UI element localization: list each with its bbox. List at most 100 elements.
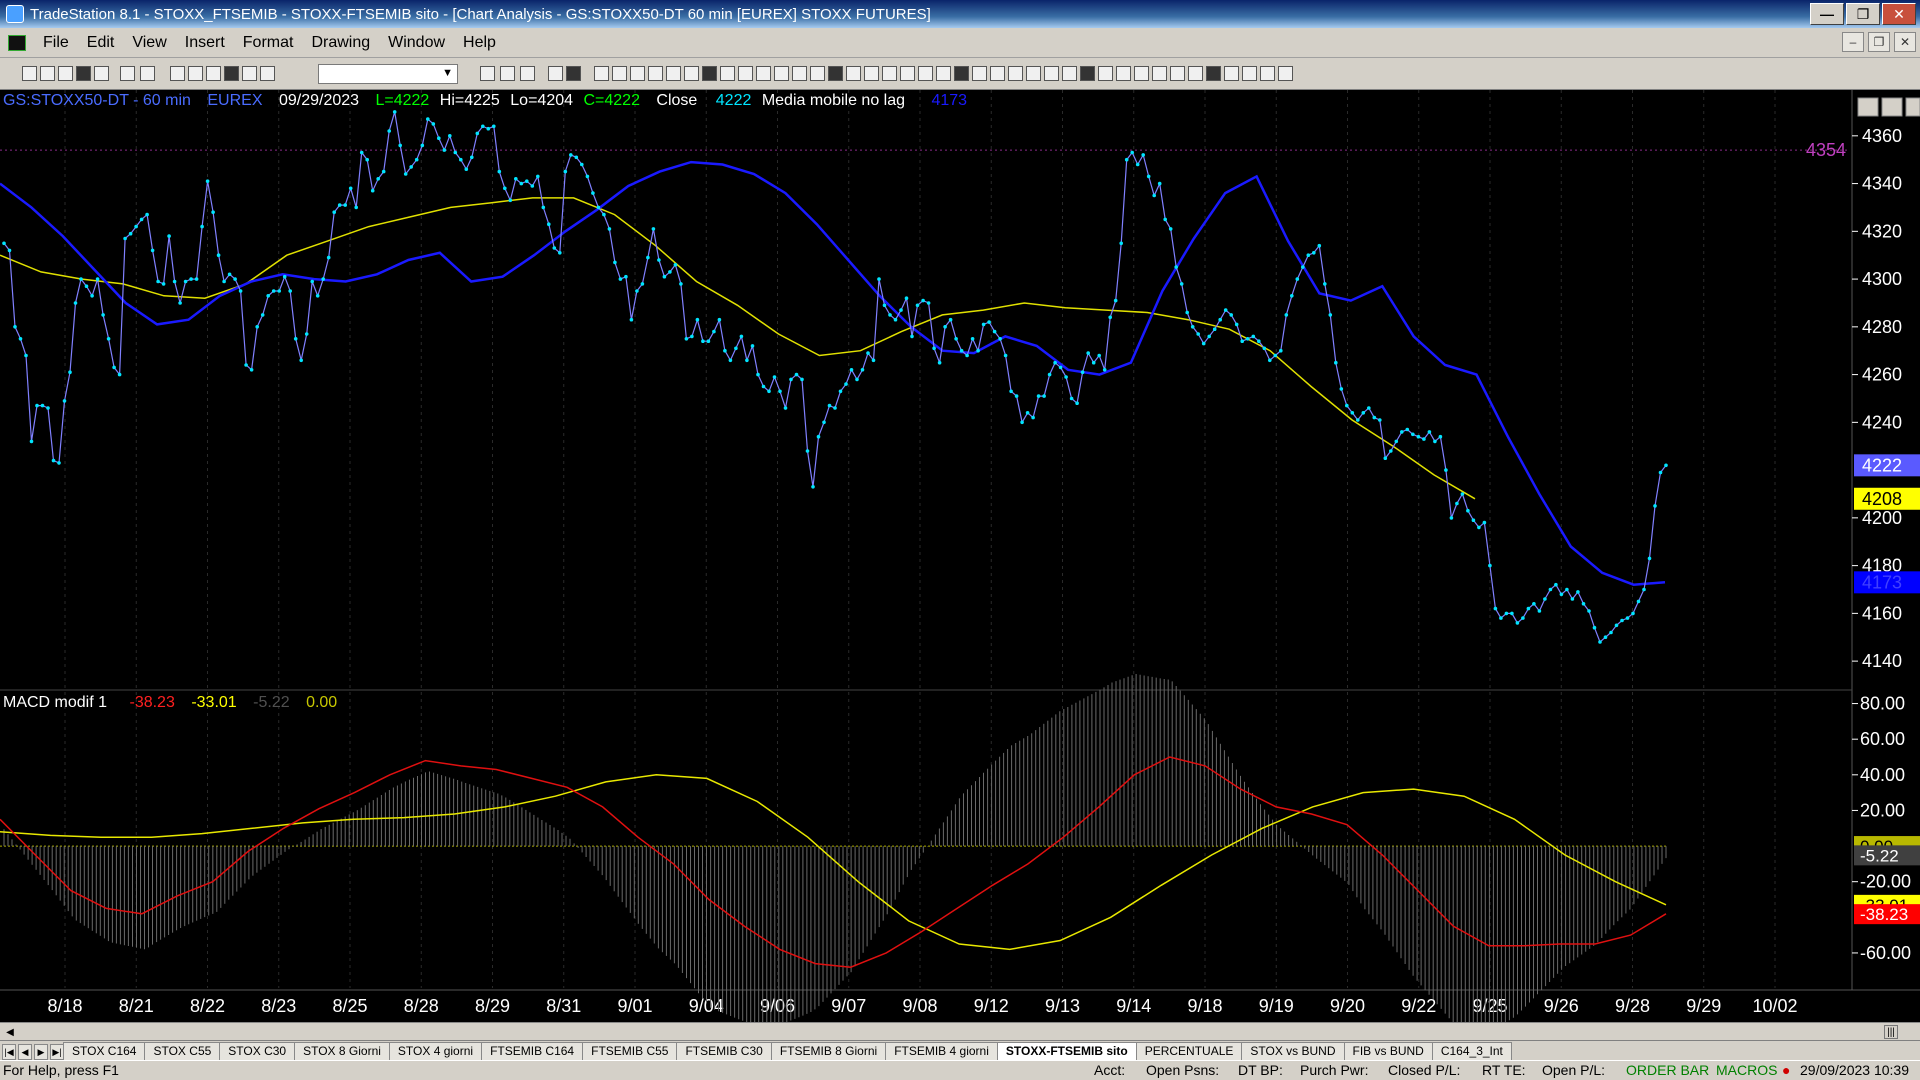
chart-doc-icon[interactable] — [8, 34, 26, 51]
toolbar-tool-icon[interactable] — [1206, 66, 1221, 81]
toolbar-tool-icon[interactable] — [1278, 66, 1293, 81]
toolbar-tool-icon[interactable] — [846, 66, 861, 81]
toolbar-tool-icon[interactable] — [954, 66, 969, 81]
toolbar-tool-icon[interactable] — [1152, 66, 1167, 81]
toolbar-tool-icon[interactable] — [22, 66, 37, 81]
mdi-minimize-button[interactable]: – — [1842, 32, 1864, 52]
toolbar-tool-icon[interactable] — [882, 66, 897, 81]
toolbar-tool-icon[interactable] — [990, 66, 1005, 81]
workspace-tab[interactable]: FTSEMIB 8 Giorni — [770, 1042, 887, 1060]
tab-first-icon[interactable]: |◀ — [2, 1044, 16, 1060]
workspace-tab[interactable]: FTSEMIB 4 giorni — [885, 1042, 998, 1060]
toolbar-tool-icon[interactable] — [1134, 66, 1149, 81]
toolbar-tool-icon[interactable] — [94, 66, 109, 81]
maximize-button[interactable]: ❐ — [1846, 3, 1880, 25]
toolbar-tool-icon[interactable] — [792, 66, 807, 81]
toolbar-tool-icon[interactable] — [810, 66, 825, 81]
toolbar-tool-icon[interactable] — [1260, 66, 1275, 81]
toolbar-tool-icon[interactable] — [900, 66, 915, 81]
workspace-tab[interactable]: STOX vs BUND — [1241, 1042, 1345, 1060]
toolbar-tool-icon[interactable] — [1224, 66, 1239, 81]
toolbar-tool-icon[interactable] — [648, 66, 663, 81]
toolbar-tool-icon[interactable] — [864, 66, 879, 81]
toolbar-tool-icon[interactable] — [224, 66, 239, 81]
chart-analysis-window[interactable]: 8/18 8/21 8/22 8/23 8/25 8/28 8/29 8/31 9/01 9/04… — [0, 90, 1920, 1022]
workspace-tab[interactable]: FTSEMIB C55 — [582, 1042, 678, 1060]
toolbar-tool-icon[interactable] — [1098, 66, 1113, 81]
workspace-tab[interactable]: FIB vs BUND — [1343, 1042, 1433, 1060]
menu-help[interactable]: Help — [454, 34, 505, 52]
toolbar-tool-icon[interactable] — [260, 66, 275, 81]
workspace-tab[interactable]: STOX 8 Giorni — [294, 1042, 390, 1060]
workspace-tab[interactable]: PERCENTUALE — [1135, 1042, 1243, 1060]
menu-edit[interactable]: Edit — [78, 34, 124, 52]
toolbar-tool-icon[interactable] — [1116, 66, 1131, 81]
toolbar-tool-icon[interactable] — [936, 66, 951, 81]
toolbar-tool-icon[interactable] — [548, 66, 563, 81]
menu-window[interactable]: Window — [379, 34, 454, 52]
toolbar-tool-icon[interactable] — [630, 66, 645, 81]
workspace-tab[interactable]: STOX C30 — [219, 1042, 296, 1060]
workspace-tab[interactable]: STOX C164 — [63, 1042, 146, 1060]
toolbar-tool-icon[interactable] — [828, 66, 843, 81]
toolbar-tool-icon[interactable] — [520, 66, 535, 81]
toolbar-tool-icon[interactable] — [1026, 66, 1041, 81]
horizontal-scrollbar[interactable]: ◀ ||| — [0, 1022, 1920, 1040]
scroll-thumb[interactable]: ||| — [1884, 1025, 1898, 1039]
macros-button[interactable]: MACROS — [1716, 1062, 1777, 1078]
toolbar-tool-icon[interactable] — [120, 66, 135, 81]
toolbar-tool-icon[interactable] — [1044, 66, 1059, 81]
menu-insert[interactable]: Insert — [176, 34, 234, 52]
toolbar-tool-icon[interactable] — [1008, 66, 1023, 81]
tab-prev-icon[interactable]: ◀ — [18, 1044, 32, 1060]
toolbar-tool-icon[interactable] — [1080, 66, 1095, 81]
toolbar-tool-icon[interactable] — [684, 66, 699, 81]
toolbar-tool-icon[interactable] — [188, 66, 203, 81]
toolbar-tool-icon[interactable] — [566, 66, 581, 81]
toolbar-tool-icon[interactable] — [774, 66, 789, 81]
toolbar-tool-icon[interactable] — [1170, 66, 1185, 81]
workspace-tab[interactable]: STOX C55 — [144, 1042, 221, 1060]
toolbar-tool-icon[interactable] — [242, 66, 257, 81]
toolbar-tool-icon[interactable] — [1062, 66, 1077, 81]
workspace-tab[interactable]: C164_3_Int — [1431, 1042, 1512, 1060]
toolbar-tool-icon[interactable] — [206, 66, 221, 81]
workspace-tab[interactable]: STOX 4 giorni — [388, 1042, 483, 1060]
tab-last-icon[interactable]: ▶| — [50, 1044, 64, 1060]
toolbar-tool-icon[interactable] — [612, 66, 627, 81]
toolbar-tool-icon[interactable] — [480, 66, 495, 81]
toolbar-tool-icon[interactable] — [40, 66, 55, 81]
toolbar-tool-icon[interactable] — [918, 66, 933, 81]
toolbar-tool-icon[interactable] — [702, 66, 717, 81]
toolbar-tool-icon[interactable] — [170, 66, 185, 81]
menu-view[interactable]: View — [123, 34, 175, 52]
toolbar-tool-icon[interactable] — [140, 66, 155, 81]
menu-format[interactable]: Format — [234, 34, 303, 52]
toolbar-tool-icon[interactable] — [756, 66, 771, 81]
workspace-tab[interactable]: STOXX-FTSEMIB sito — [996, 1042, 1137, 1060]
scroll-left-icon[interactable]: ◀ — [2, 1025, 18, 1039]
mdi-restore-button[interactable]: ❐ — [1868, 32, 1890, 52]
chart-canvas[interactable]: 8/18 8/21 8/22 8/23 8/25 8/28 8/29 8/31 9/01 9/04… — [0, 90, 1920, 1022]
toolbar-tool-icon[interactable] — [1188, 66, 1203, 81]
toolbar-tool-icon[interactable] — [666, 66, 681, 81]
toolbar-tool-icon[interactable] — [1242, 66, 1257, 81]
toolbar-tool-icon[interactable] — [738, 66, 753, 81]
workspace-tab[interactable]: FTSEMIB C30 — [676, 1042, 772, 1060]
close-button[interactable]: ✕ — [1882, 3, 1916, 25]
toolbar-tool-icon[interactable] — [76, 66, 91, 81]
workspace-tab[interactable]: FTSEMIB C164 — [481, 1042, 584, 1060]
symbol-dropdown[interactable]: ▼ — [318, 64, 458, 84]
menu-drawing[interactable]: Drawing — [302, 34, 379, 52]
toolbar-tool-icon[interactable] — [972, 66, 987, 81]
toolbar-tool-icon[interactable] — [720, 66, 735, 81]
mdi-close-button[interactable]: ✕ — [1894, 32, 1916, 52]
minimize-button[interactable]: — — [1810, 3, 1844, 25]
order-bar-button[interactable]: ORDER BAR — [1626, 1062, 1709, 1078]
toolbar-tool-icon[interactable] — [500, 66, 515, 81]
toolbar-tool-icon[interactable] — [58, 66, 73, 81]
toolbar-tool-icon[interactable] — [594, 66, 609, 81]
close-price-point — [321, 277, 326, 281]
menu-file[interactable]: File — [34, 34, 78, 52]
tab-next-icon[interactable]: ▶ — [34, 1044, 48, 1060]
